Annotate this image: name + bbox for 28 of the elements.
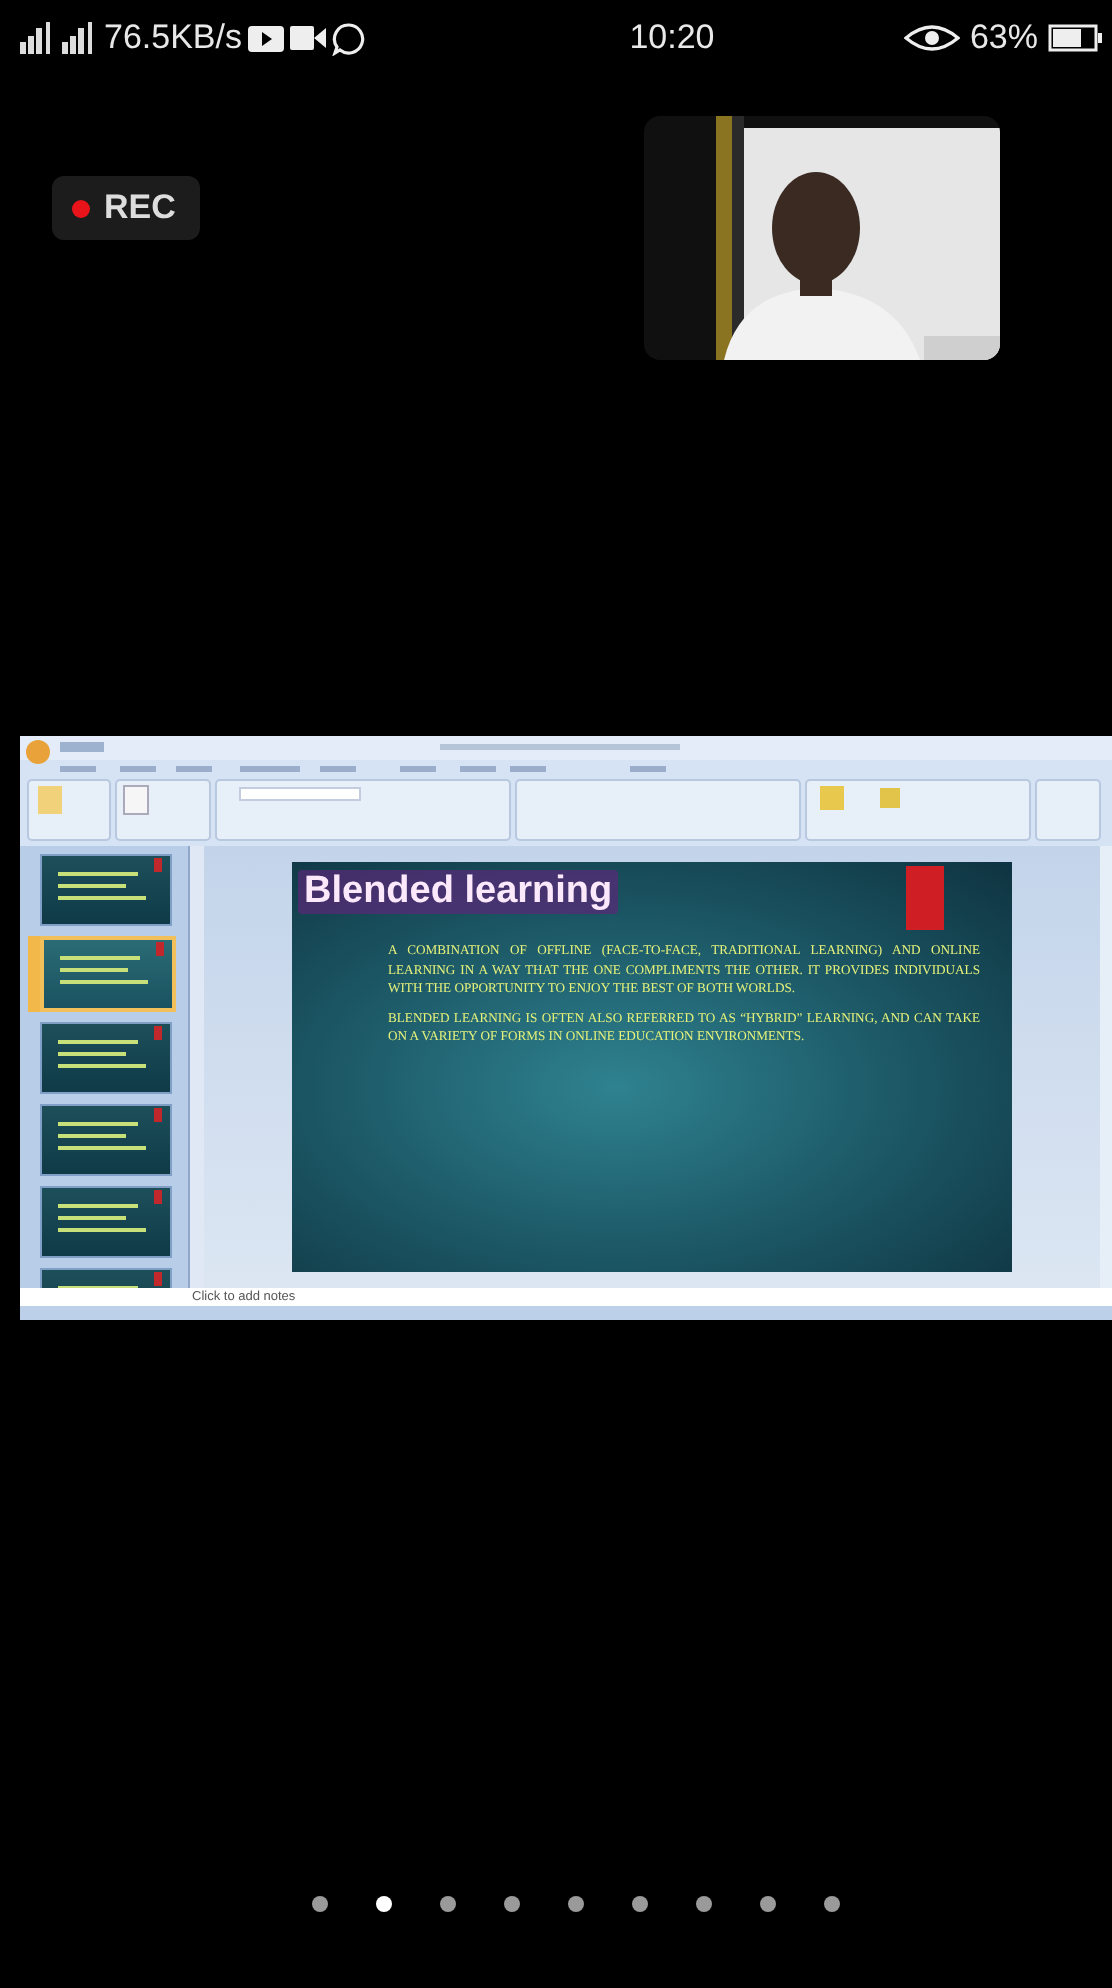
signal-icon <box>62 22 98 54</box>
slide-thumbnail[interactable] <box>40 1022 172 1094</box>
slide-thumbnail[interactable] <box>40 1186 172 1258</box>
clock: 10:20 <box>629 18 715 58</box>
slide-thumbnail[interactable] <box>40 1104 172 1176</box>
recording-indicator: REC <box>52 176 200 240</box>
chat-icon <box>332 21 366 55</box>
page-indicator-dot[interactable] <box>440 1896 456 1912</box>
play-icon <box>248 25 284 51</box>
battery-level: 63% <box>969 18 1038 58</box>
page-indicator-dot[interactable] <box>312 1896 328 1912</box>
page-indicator-dot[interactable] <box>632 1896 648 1912</box>
slide-title: Blended learning <box>298 870 619 914</box>
page-indicator-dot[interactable] <box>504 1896 520 1912</box>
page-indicator-dot[interactable] <box>376 1896 392 1912</box>
page-indicator-dot[interactable] <box>696 1896 712 1912</box>
network-speed: 76.5KB/s <box>104 18 242 58</box>
page-indicator-dot[interactable] <box>568 1896 584 1912</box>
page-indicator-dot[interactable] <box>824 1896 840 1912</box>
battery-icon <box>1048 24 1104 52</box>
scroll-bar[interactable] <box>190 846 204 1288</box>
video-camera-icon <box>290 26 326 50</box>
eye-icon <box>903 24 960 52</box>
scroll-bar[interactable] <box>1100 846 1112 1288</box>
accent-bar <box>906 866 944 930</box>
signal-icon <box>20 22 56 54</box>
slide-thumbnail[interactable] <box>40 854 172 926</box>
page-indicator-dot[interactable] <box>760 1896 776 1912</box>
